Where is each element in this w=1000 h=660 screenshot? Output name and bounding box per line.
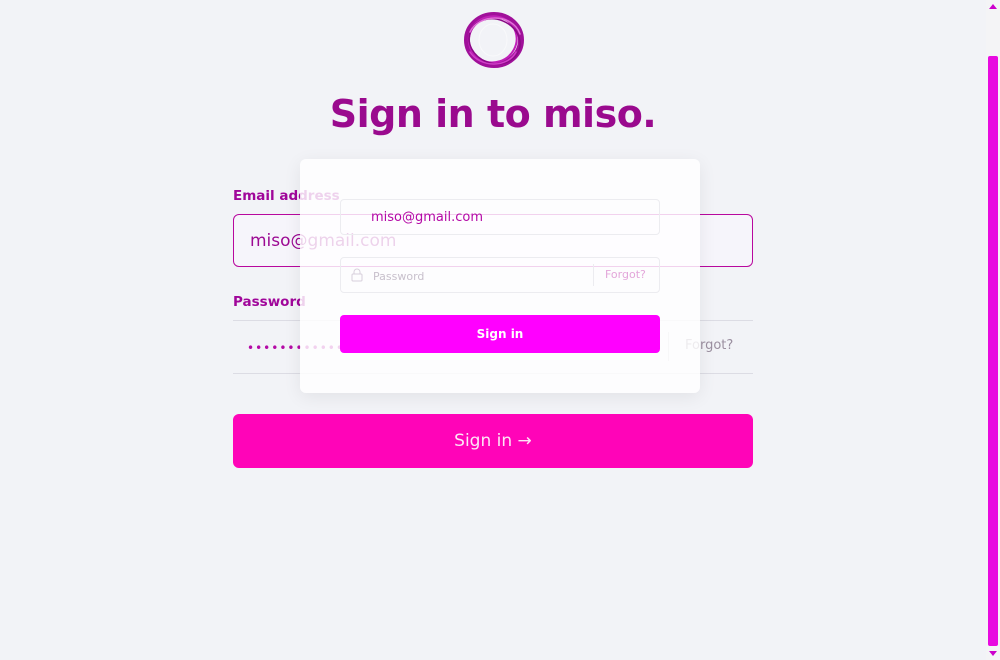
- page-title: Sign in to miso.: [329, 92, 657, 136]
- overlay-forgot-link[interactable]: Forgot?: [605, 268, 646, 281]
- overlay-sign-in-card: Forgot? Sign in: [300, 159, 700, 393]
- miso-logo-icon: [464, 12, 524, 68]
- sign-in-button[interactable]: Sign in →: [233, 414, 753, 468]
- vertical-scrollbar[interactable]: [986, 0, 1000, 660]
- overlay-password-field: Forgot?: [340, 257, 660, 293]
- scroll-up-arrow-icon[interactable]: [989, 4, 997, 9]
- overlay-email-input[interactable]: [340, 199, 660, 235]
- scroll-down-arrow-icon[interactable]: [989, 651, 997, 656]
- sign-in-page: Sign in to miso. Email address Password …: [0, 0, 1000, 660]
- lock-icon: [351, 268, 363, 282]
- password-label: Password: [233, 294, 306, 310]
- overlay-sign-in-button[interactable]: Sign in: [340, 315, 660, 353]
- overlay-password-input[interactable]: [371, 265, 585, 287]
- scrollbar-thumb[interactable]: [988, 56, 998, 646]
- overlay-password-divider: [593, 264, 594, 286]
